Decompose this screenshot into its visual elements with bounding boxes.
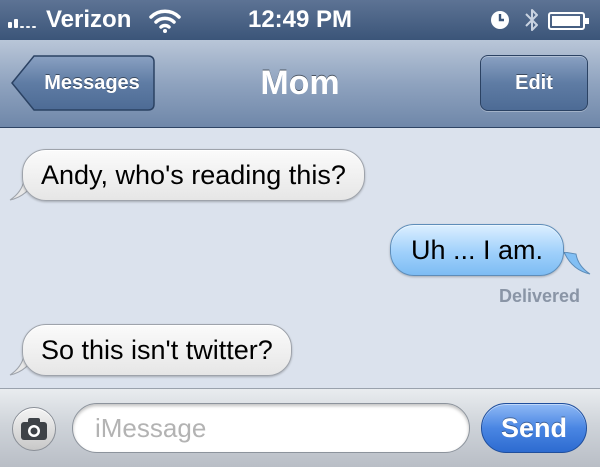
outgoing-message: Uh ... I am. bbox=[390, 224, 565, 276]
alarm-clock-icon bbox=[491, 11, 509, 29]
battery-icon bbox=[548, 12, 589, 30]
back-button-label: Messages bbox=[44, 72, 140, 94]
edit-button[interactable]: Edit bbox=[480, 55, 588, 111]
delivered-status: Delivered bbox=[498, 286, 580, 306]
camera-button[interactable] bbox=[12, 407, 56, 451]
messages-screen: Verizon 12:49 PM Messages Mom Edit Andy,… bbox=[0, 0, 600, 467]
send-button[interactable]: Send bbox=[481, 403, 587, 453]
incoming-message: Andy, who's reading this? bbox=[22, 149, 365, 201]
incoming-message: So this isn't twitter? bbox=[22, 324, 292, 376]
camera-icon bbox=[21, 418, 47, 440]
conversation-thread: Andy, who's reading this? Uh ... I am. D… bbox=[0, 128, 600, 388]
bluetooth-icon bbox=[525, 9, 538, 31]
conversation-title: Mom bbox=[260, 64, 340, 102]
status-bar: Verizon 12:49 PM bbox=[0, 0, 600, 40]
messages-back-button[interactable]: Messages bbox=[10, 54, 156, 112]
navigation-bar: Messages Mom Edit bbox=[0, 40, 600, 128]
status-time: 12:49 PM bbox=[247, 6, 353, 33]
imessage-input[interactable] bbox=[72, 403, 470, 453]
outgoing-bubble-tail-icon bbox=[563, 252, 591, 275]
message-input-bar: Send bbox=[0, 388, 600, 467]
